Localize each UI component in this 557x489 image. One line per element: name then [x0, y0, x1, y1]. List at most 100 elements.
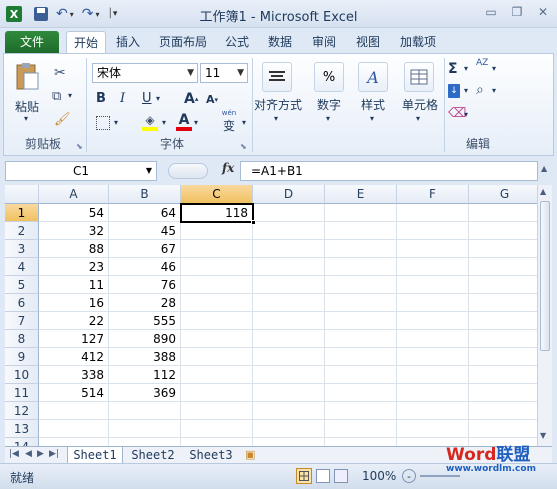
row-header[interactable]: 2 — [5, 222, 39, 240]
cell[interactable] — [469, 222, 537, 240]
font-name-dropdown-icon[interactable]: ▼ — [187, 64, 194, 82]
cell[interactable] — [181, 402, 253, 420]
cell[interactable]: 32 — [39, 222, 109, 240]
expand-formula-bar-icon[interactable]: ▲ — [541, 164, 547, 173]
formula-bar-divider-handle[interactable] — [168, 163, 208, 179]
cell[interactable] — [469, 240, 537, 258]
cell[interactable] — [325, 258, 397, 276]
font-size-dropdown-icon[interactable]: ▼ — [237, 64, 244, 82]
column-header-g[interactable]: G — [469, 185, 537, 204]
column-header-b[interactable]: B — [109, 185, 181, 204]
column-header-a[interactable]: A — [39, 185, 109, 204]
cell[interactable]: 46 — [109, 258, 181, 276]
cell[interactable]: 890 — [109, 330, 181, 348]
cell[interactable] — [325, 240, 397, 258]
cell[interactable] — [397, 348, 469, 366]
cell[interactable] — [253, 348, 325, 366]
fill-handle[interactable] — [251, 220, 256, 225]
insert-function-icon[interactable]: fx — [222, 161, 234, 175]
font-launcher-icon[interactable]: ⬊ — [240, 142, 247, 151]
clipboard-launcher-icon[interactable]: ⬊ — [76, 142, 83, 151]
tab-page-layout[interactable]: 页面布局 — [154, 31, 212, 53]
cell[interactable] — [397, 366, 469, 384]
cell[interactable] — [397, 276, 469, 294]
underline-dropdown-icon[interactable]: ▾ — [156, 94, 160, 103]
minimize-icon[interactable]: ▭ — [483, 5, 499, 19]
scroll-down-icon[interactable]: ▼ — [540, 431, 546, 440]
page-break-view-icon[interactable] — [334, 469, 348, 483]
cell[interactable]: 11 — [39, 276, 109, 294]
row-header[interactable]: 11 — [5, 384, 39, 402]
styles-dropdown-icon[interactable]: ▾ — [370, 114, 374, 123]
phonetic-guide-icon[interactable]: wén 变 — [216, 109, 242, 133]
number-format-icon[interactable]: % — [314, 62, 344, 92]
zoom-out-icon[interactable]: - — [402, 469, 416, 483]
cell[interactable] — [181, 348, 253, 366]
cell[interactable] — [253, 330, 325, 348]
cell[interactable] — [397, 294, 469, 312]
find-select-icon[interactable]: ⌕ — [476, 82, 484, 98]
underline-button[interactable]: U — [142, 91, 152, 106]
tab-view[interactable]: 视图 — [350, 31, 386, 53]
cell[interactable] — [181, 276, 253, 294]
vertical-scroll-thumb[interactable] — [540, 201, 550, 351]
scroll-up-icon[interactable]: ▲ — [540, 187, 546, 196]
shrink-font-button[interactable]: A ▾ — [206, 93, 218, 106]
name-box[interactable]: C1 ▼ — [5, 161, 157, 181]
cell[interactable] — [397, 204, 469, 222]
zoom-slider[interactable] — [420, 475, 460, 477]
cell[interactable] — [253, 276, 325, 294]
cell[interactable] — [469, 420, 537, 438]
vertical-scrollbar[interactable]: ▲ ▼ — [537, 185, 552, 446]
cell[interactable] — [181, 312, 253, 330]
borders-dropdown-icon[interactable]: ▾ — [114, 118, 118, 127]
fill-icon[interactable]: ↓ — [448, 84, 460, 98]
fill-color-dropdown-icon[interactable]: ▾ — [162, 118, 166, 127]
fill-color-icon[interactable]: ◈ — [142, 113, 158, 131]
cell[interactable] — [469, 312, 537, 330]
bold-button[interactable]: B — [96, 91, 106, 106]
cell[interactable] — [397, 258, 469, 276]
autosum-icon[interactable]: Σ — [448, 61, 458, 77]
cell[interactable] — [469, 258, 537, 276]
cell[interactable]: 127 — [39, 330, 109, 348]
page-layout-view-icon[interactable] — [316, 469, 330, 483]
cells-button[interactable]: 单元格 — [396, 96, 444, 113]
cell[interactable] — [397, 420, 469, 438]
cell[interactable]: 67 — [109, 240, 181, 258]
cell[interactable] — [253, 294, 325, 312]
cell[interactable] — [325, 204, 397, 222]
format-painter-icon[interactable]: 🖌 — [54, 112, 71, 127]
cell[interactable] — [181, 240, 253, 258]
cell[interactable]: 514 — [39, 384, 109, 402]
prev-sheet-icon[interactable]: ◀ — [25, 449, 32, 459]
cell[interactable]: 369 — [109, 384, 181, 402]
alignment-dropdown-icon[interactable]: ▾ — [274, 114, 278, 123]
row-header[interactable]: 1 — [5, 204, 39, 222]
cells-dropdown-icon[interactable]: ▾ — [416, 114, 420, 123]
number-dropdown-icon[interactable]: ▾ — [326, 114, 330, 123]
clear-dropdown-icon[interactable]: ▾ — [464, 110, 468, 119]
cell[interactable] — [109, 438, 181, 446]
cell[interactable] — [39, 420, 109, 438]
normal-view-icon[interactable] — [296, 468, 312, 484]
row-header[interactable]: 4 — [5, 258, 39, 276]
tab-insert[interactable]: 插入 — [110, 31, 146, 53]
cell[interactable] — [469, 330, 537, 348]
cell[interactable]: 88 — [39, 240, 109, 258]
cell[interactable] — [181, 366, 253, 384]
cell[interactable] — [469, 366, 537, 384]
tab-data[interactable]: 数据 — [262, 31, 298, 53]
cell[interactable] — [325, 402, 397, 420]
cell[interactable] — [325, 366, 397, 384]
column-header-e[interactable]: E — [325, 185, 397, 204]
cell[interactable] — [325, 438, 397, 446]
cell[interactable] — [397, 402, 469, 420]
cell[interactable] — [181, 294, 253, 312]
cell[interactable] — [469, 402, 537, 420]
grow-font-button[interactable]: A ▴ — [184, 91, 198, 107]
cell[interactable] — [109, 402, 181, 420]
cell[interactable] — [325, 312, 397, 330]
cell[interactable] — [397, 384, 469, 402]
copy-icon[interactable]: ⧉ — [52, 89, 61, 104]
